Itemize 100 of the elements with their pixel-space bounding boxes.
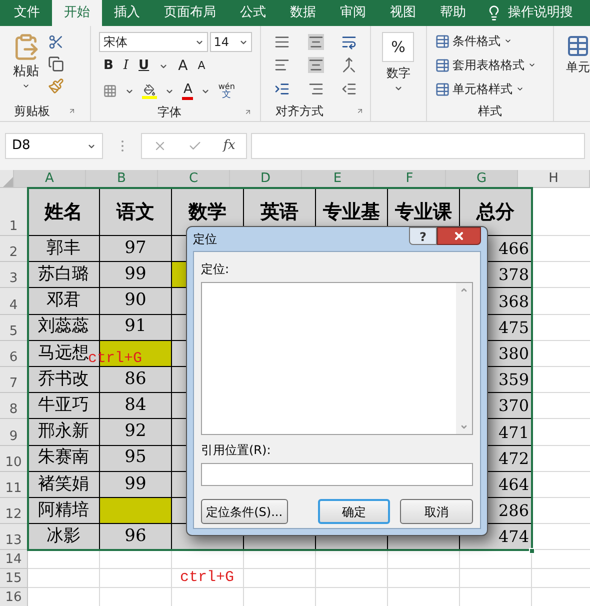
- fill-handle[interactable]: [529, 548, 535, 554]
- formula-input[interactable]: [251, 133, 585, 159]
- ribbon-tab[interactable]: 帮助: [428, 0, 478, 26]
- close-button[interactable]: [437, 227, 481, 245]
- help-button[interactable]: ?: [409, 227, 437, 245]
- row-header[interactable]: 15: [0, 569, 28, 588]
- column-header[interactable]: H: [518, 170, 590, 187]
- table-cell: [460, 569, 532, 588]
- table-cell: 99: [100, 262, 172, 288]
- paintbrush-icon[interactable]: [48, 78, 64, 94]
- indent-icon[interactable]: [274, 81, 290, 98]
- style-menu-button[interactable]: 套用表格格式: [434, 56, 545, 74]
- row-header[interactable]: 9: [0, 419, 28, 446]
- column-header[interactable]: A: [14, 170, 86, 187]
- number-label[interactable]: 数字: [386, 64, 410, 82]
- cells-button[interactable]: 单元: [566, 34, 590, 76]
- italic-button[interactable]: I: [123, 56, 129, 76]
- table-cell: 92: [100, 419, 172, 446]
- ribbon-tab[interactable]: 插入: [102, 0, 152, 26]
- table-cell: 朱赛南: [28, 446, 100, 472]
- row-header[interactable]: 10: [0, 446, 28, 472]
- row-header[interactable]: 7: [0, 366, 28, 394]
- middle-align-icon[interactable]: [308, 34, 324, 50]
- row-header[interactable]: 12: [0, 498, 28, 524]
- row-header[interactable]: 14: [0, 550, 28, 570]
- underline-button[interactable]: U: [138, 56, 150, 76]
- copy-icon[interactable]: [48, 56, 64, 72]
- row-header[interactable]: 8: [0, 393, 28, 420]
- row-header[interactable]: 3: [0, 262, 28, 288]
- reference-input[interactable]: [201, 463, 473, 486]
- table-cell: 姓名: [28, 188, 100, 236]
- right-align-icon[interactable]: [308, 81, 324, 98]
- scissors-icon[interactable]: [48, 34, 64, 50]
- shrink-font-button[interactable]: A: [198, 58, 206, 74]
- go-to-list[interactable]: [201, 282, 473, 435]
- column-header[interactable]: B: [86, 170, 158, 187]
- close-icon: [453, 230, 465, 242]
- column-header[interactable]: C: [158, 170, 230, 187]
- caret-icon: [516, 85, 524, 93]
- row-header[interactable]: 16: [0, 588, 28, 606]
- table-cell: [244, 569, 316, 588]
- dialog-launcher-icon[interactable]: [244, 108, 252, 116]
- column-header[interactable]: F: [374, 170, 446, 187]
- row-header[interactable]: 5: [0, 314, 28, 341]
- table-cell: [100, 550, 172, 570]
- phonetic-button[interactable]: wén 文: [218, 83, 235, 99]
- font-name-field[interactable]: 宋体: [99, 32, 208, 52]
- column-header[interactable]: D: [230, 170, 302, 187]
- table-cell: [388, 550, 460, 570]
- font-color-button[interactable]: A: [182, 82, 194, 100]
- style-menu-button[interactable]: 条件格式: [434, 32, 545, 50]
- wrap-text-icon[interactable]: [341, 34, 358, 50]
- row-header[interactable]: 2: [0, 236, 28, 262]
- insert-function-button[interactable]: fx: [223, 136, 236, 156]
- ribbon-tab[interactable]: 文件: [2, 0, 52, 26]
- group-label: 样式: [478, 103, 502, 120]
- left-align-icon[interactable]: [274, 57, 290, 74]
- row-header[interactable]: 11: [0, 472, 28, 498]
- ribbon-tab[interactable]: 开始: [52, 0, 102, 26]
- center-align-icon[interactable]: [308, 57, 324, 74]
- table-cell: [388, 569, 460, 588]
- bold-button[interactable]: B: [103, 56, 114, 76]
- merge-icon[interactable]: [341, 57, 358, 74]
- table-cell: 牛亚巧: [28, 393, 100, 420]
- number-format-button[interactable]: %: [382, 32, 414, 62]
- ribbon-tab[interactable]: 页面布局: [152, 0, 228, 26]
- grow-font-button[interactable]: A: [178, 56, 188, 76]
- tell-me-field[interactable]: 操作说明搜: [508, 0, 573, 26]
- table-cell: [244, 550, 316, 570]
- table-cell: 91: [100, 314, 172, 341]
- fill-color-icon[interactable]: [142, 84, 158, 98]
- table-cell: 冰影: [28, 524, 100, 550]
- column-header[interactable]: G: [446, 170, 518, 187]
- dialog-launcher-icon[interactable]: [68, 107, 76, 115]
- dialog-button[interactable]: 定位条件(S)...: [201, 499, 288, 524]
- row-header[interactable]: 6: [0, 340, 28, 367]
- table-cell: 96: [100, 524, 172, 550]
- ribbon-tab[interactable]: 公式: [228, 0, 278, 26]
- list-label: 定位:: [201, 261, 230, 278]
- name-box[interactable]: D8: [5, 133, 103, 159]
- row-header[interactable]: 1: [0, 188, 28, 236]
- row-header[interactable]: 4: [0, 288, 28, 315]
- row-header[interactable]: 13: [0, 524, 28, 550]
- table-cell: ctrl+G: [172, 569, 244, 588]
- table-cell: 乔书改: [28, 366, 100, 394]
- dialog-button[interactable]: 确定: [318, 499, 390, 524]
- dialog-button[interactable]: 取消: [400, 499, 473, 524]
- paste-button[interactable]: 粘贴: [12, 32, 40, 101]
- table-style-icon: [434, 34, 450, 48]
- column-header[interactable]: E: [302, 170, 374, 187]
- caret-icon: [528, 61, 536, 69]
- ribbon-tab[interactable]: 审阅: [328, 0, 378, 26]
- ribbon-tab[interactable]: 数据: [278, 0, 328, 26]
- dialog-launcher-icon[interactable]: [356, 107, 364, 115]
- table-cell: 刘蕊蕊: [28, 314, 100, 341]
- top-align-icon[interactable]: [274, 34, 290, 50]
- style-menu-button[interactable]: 单元格样式: [434, 80, 545, 98]
- ribbon-tab[interactable]: 视图: [378, 0, 428, 26]
- font-size-field[interactable]: 14: [210, 32, 252, 52]
- border-icon[interactable]: [103, 84, 118, 98]
